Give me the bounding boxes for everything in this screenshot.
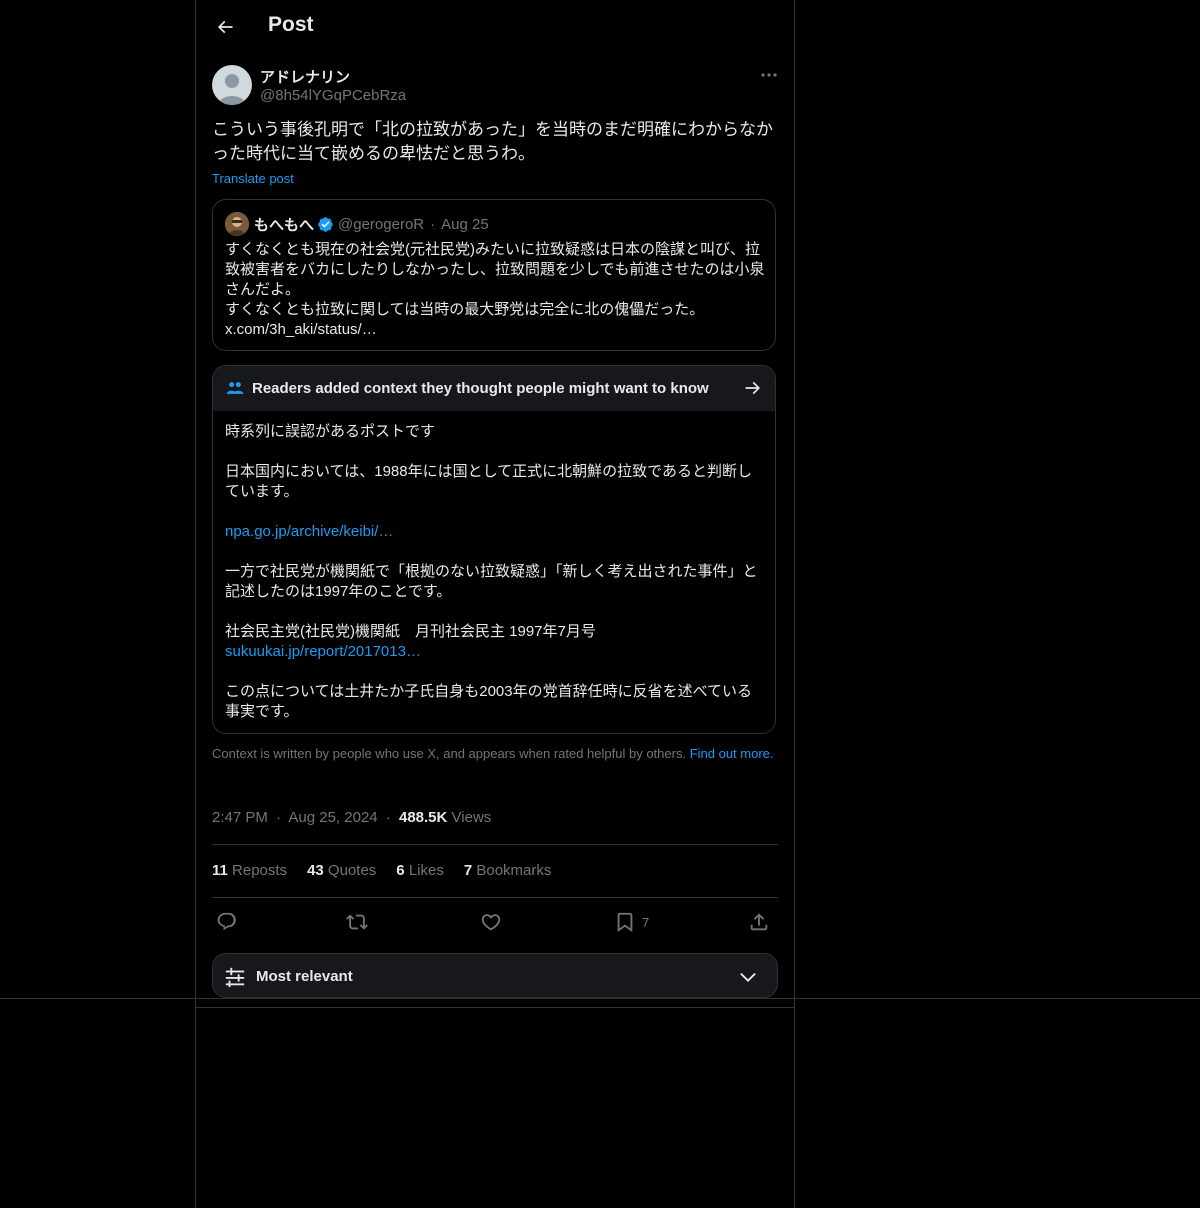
post-time[interactable]: 2:47 PM (212, 809, 268, 826)
more-options-button[interactable] (756, 64, 782, 86)
divider (196, 1007, 794, 1008)
quote-line: すくなくとも現在の社会党(元社民党)みたいに拉致疑惑は日本の陰謀と叫び、拉致被害… (225, 241, 765, 298)
quote-author-name[interactable]: もへもへ (254, 214, 314, 235)
likes-stat[interactable]: 6 Likes (396, 862, 444, 879)
quote-separator: · (430, 216, 436, 233)
quoted-post[interactable]: もへもへ @gerogeroR · Aug 25 すくなくとも現在の社会党(元社… (212, 199, 776, 351)
bookmarks-stat[interactable]: 7 Bookmarks (464, 862, 552, 879)
bookmark-icon (617, 912, 633, 933)
bookmark-count: 7 (642, 914, 650, 930)
post-text: こういう事後孔明で「北の拉致があった」を当時のまだ明確にわからなかった時代に当て… (212, 120, 773, 163)
share-button[interactable] (748, 910, 770, 934)
author-handle[interactable]: @8h54lYGqPCebRza (260, 87, 406, 104)
reply-sort-dropdown[interactable]: Most relevant (212, 953, 778, 998)
note-paragraph: 社会民主党(社民党)機関紙 月刊社会民主 1997年7月号 (225, 623, 596, 640)
arrow-left-icon (217, 20, 233, 34)
community-note: Readers added context they thought peopl… (212, 365, 776, 734)
quote-header: もへもへ @gerogeroR · Aug 25 (254, 214, 489, 235)
people-icon (226, 382, 244, 394)
arrow-right-icon (745, 381, 761, 395)
quote-text: すくなくとも現在の社会党(元社民党)みたいに拉致疑惑は日本の陰謀と叫び、拉致被害… (225, 240, 765, 340)
meta-separator: · (276, 809, 282, 826)
author-name[interactable]: アドレナリン (260, 66, 350, 87)
quote-avatar[interactable] (225, 212, 249, 236)
views-count: 488.5K (398, 809, 448, 826)
note-paragraph: この点については土井たか子氏自身も2003年の党首辞任時に反省を述べている事実で… (225, 683, 753, 720)
more-icon (761, 73, 777, 77)
context-disclaimer-text: Context is written by people who use X, … (212, 746, 687, 761)
heart-icon (481, 914, 501, 931)
reply-button[interactable] (216, 910, 238, 934)
divider (212, 897, 778, 898)
note-link[interactable]: npa.go.jp/archive/keibi/… (225, 523, 393, 540)
page-title: Post (268, 13, 314, 36)
quote-link[interactable]: x.com/3h_aki/status/… (225, 320, 765, 340)
community-note-title: Readers added context they thought peopl… (252, 380, 709, 397)
back-button[interactable] (210, 12, 240, 42)
post-timestamp: 2:47 PM · Aug 25, 2024 · 488.5K Views (212, 809, 491, 826)
views-label: Views (451, 809, 492, 826)
default-avatar-icon (218, 74, 246, 105)
sliders-icon (225, 967, 245, 988)
verified-badge-icon (317, 216, 334, 233)
bookmark-button[interactable]: 7 (614, 910, 649, 934)
community-note-body: 時系列に誤認があるポストです 日本国内においては、1988年には国として正式に北… (225, 422, 765, 733)
quote-avatar-image (225, 212, 249, 236)
community-note-header[interactable]: Readers added context they thought peopl… (213, 366, 775, 411)
divider (212, 844, 778, 845)
note-link[interactable]: sukuukai.jp/report/2017013… (225, 643, 421, 660)
sort-label: Most relevant (256, 968, 353, 985)
quotes-stat[interactable]: 43 Quotes (307, 862, 376, 879)
note-paragraph: 時系列に誤認があるポストです (225, 423, 436, 440)
repost-button[interactable] (346, 910, 368, 934)
action-bar: 7 (212, 906, 778, 938)
page-header: Post (196, 0, 794, 54)
post-stats: 11 Reposts 43 Quotes 6 Likes 7 Bookmarks (212, 862, 571, 879)
chevron-down-icon (740, 972, 756, 982)
avatar[interactable] (212, 65, 252, 105)
find-out-more-link[interactable]: Find out more. (690, 746, 774, 761)
reposts-stat[interactable]: 11 Reposts (212, 862, 287, 879)
quote-line: すくなくとも拉致に関しては当時の最大野党は完全に北の傀儡だった。 (225, 301, 705, 318)
post-date[interactable]: Aug 25, 2024 (288, 809, 377, 826)
share-icon (750, 913, 768, 931)
meta-separator: · (385, 809, 391, 826)
quote-handle[interactable]: @gerogeroR (338, 216, 424, 233)
translate-link[interactable]: Translate post (212, 171, 294, 186)
main-column: Post アドレナリン @8h54lYGqPCebRza こういう事後孔明で「北… (195, 0, 795, 1208)
repost-icon (346, 914, 368, 930)
context-disclaimer: Context is written by people who use X, … (212, 746, 778, 762)
like-button[interactable] (480, 910, 502, 934)
note-paragraph: 日本国内においては、1988年には国として正式に北朝鮮の拉致であると判断していま… (225, 463, 753, 500)
note-paragraph: 一方で社民党が機関紙で「根拠のない拉致疑惑」「新しく考え出された事件」と記述した… (225, 563, 758, 600)
reply-icon (217, 912, 236, 931)
quote-date[interactable]: Aug 25 (441, 216, 489, 233)
